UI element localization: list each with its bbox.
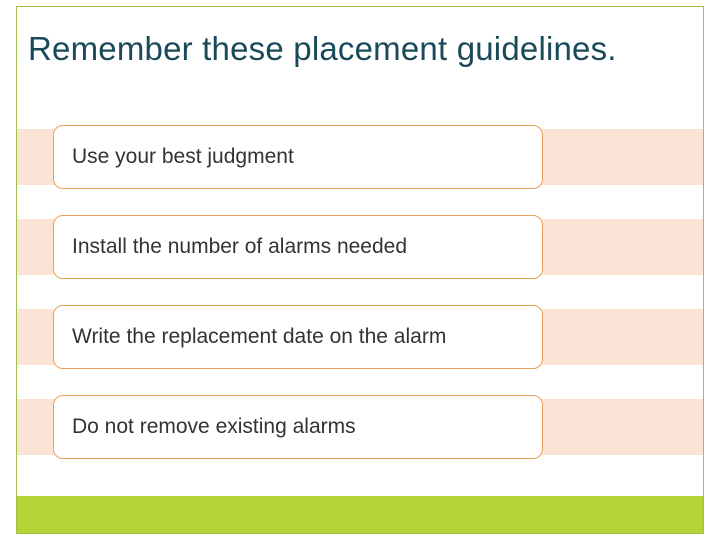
guideline-text: Do not remove existing alarms	[72, 415, 356, 439]
guideline-item: Write the replacement date on the alarm	[53, 305, 543, 369]
footer-bar	[17, 496, 703, 533]
guideline-text: Install the number of alarms needed	[72, 235, 407, 259]
guideline-item: Use your best judgment	[53, 125, 543, 189]
guideline-item: Install the number of alarms needed	[53, 215, 543, 279]
slide-title: Remember these placement guidelines.	[28, 30, 617, 68]
guideline-item: Do not remove existing alarms	[53, 395, 543, 459]
guideline-text: Use your best judgment	[72, 145, 294, 169]
guideline-text: Write the replacement date on the alarm	[72, 325, 446, 349]
